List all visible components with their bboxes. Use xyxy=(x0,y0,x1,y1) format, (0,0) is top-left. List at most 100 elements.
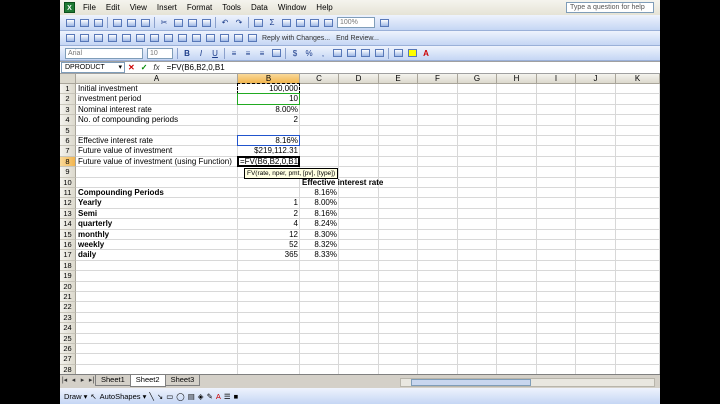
line-color-icon[interactable]: ✎ xyxy=(207,392,213,401)
horizontal-scrollbar[interactable] xyxy=(400,378,655,387)
column-header-c[interactable]: C xyxy=(300,74,339,84)
help-search-input[interactable]: Type a question for help xyxy=(566,2,654,13)
cell-c15[interactable]: 8.30% xyxy=(300,230,339,240)
row-header-14[interactable]: 14 xyxy=(60,219,76,230)
oval-icon[interactable]: ◯ xyxy=(176,392,184,401)
row-header-21[interactable]: 21 xyxy=(60,292,76,303)
row-header-4[interactable]: 4 xyxy=(60,115,76,126)
align-left-icon[interactable]: ≡ xyxy=(228,48,240,59)
insert-function-icon[interactable]: fx xyxy=(150,63,162,72)
new-icon[interactable] xyxy=(64,17,76,28)
help-icon[interactable] xyxy=(378,17,390,28)
decrease-decimal-icon[interactable] xyxy=(345,48,357,59)
cell-b1[interactable]: 100,000 xyxy=(238,84,300,94)
draw-menu-button[interactable]: Draw ▾ xyxy=(64,392,87,401)
menu-edit[interactable]: Edit xyxy=(101,0,125,15)
menu-data[interactable]: Data xyxy=(246,0,273,15)
column-header-i[interactable]: I xyxy=(537,74,576,84)
hyperlink-icon[interactable] xyxy=(252,17,264,28)
menu-window[interactable]: Window xyxy=(273,0,311,15)
cell-a11[interactable]: Compounding Periods xyxy=(76,188,238,198)
scrollbar-thumb[interactable] xyxy=(411,379,531,386)
increase-indent-icon[interactable] xyxy=(373,48,385,59)
sheet-tab-sheet2[interactable]: Sheet2 xyxy=(129,375,166,387)
cell-b15[interactable]: 12 xyxy=(238,230,300,240)
row-header-13[interactable]: 13 xyxy=(60,208,76,220)
line-icon[interactable]: ╲ xyxy=(149,392,154,401)
row-header-28[interactable]: 28 xyxy=(60,364,76,374)
cell-b4[interactable]: 2 xyxy=(238,115,300,125)
italic-button[interactable]: I xyxy=(195,48,207,59)
menu-insert[interactable]: Insert xyxy=(152,0,182,15)
row-header-9[interactable]: 9 xyxy=(60,167,76,178)
line-style-icon[interactable]: ☰ xyxy=(224,392,231,401)
excel-app-icon[interactable]: X xyxy=(64,2,75,13)
rectangle-icon[interactable]: ▭ xyxy=(166,392,173,401)
drawing-icon[interactable] xyxy=(322,17,334,28)
review-icon[interactable] xyxy=(204,33,216,44)
autoshapes-button[interactable]: AutoShapes ▾ xyxy=(100,392,147,401)
menu-view[interactable]: View xyxy=(125,0,152,15)
cell-a6[interactable]: Effective interest rate xyxy=(76,136,238,146)
cell-b16[interactable]: 52 xyxy=(238,240,300,250)
next-sheet-icon[interactable]: ▸ xyxy=(78,375,87,387)
review-icon[interactable] xyxy=(162,33,174,44)
increase-decimal-icon[interactable] xyxy=(331,48,343,59)
font-size-select[interactable]: 10 xyxy=(147,47,173,59)
row-header-3[interactable]: 3 xyxy=(60,104,76,116)
column-header-a[interactable]: A xyxy=(76,74,238,84)
row-header-6[interactable]: 6 xyxy=(60,136,76,147)
preview-icon[interactable] xyxy=(125,17,137,28)
review-icon[interactable] xyxy=(148,33,160,44)
print-icon[interactable] xyxy=(111,17,123,28)
cell-c14[interactable]: 8.24% xyxy=(300,219,339,229)
review-icon[interactable] xyxy=(232,33,244,44)
review-icon[interactable] xyxy=(78,33,90,44)
cell-a4[interactable]: No. of compounding periods xyxy=(76,115,238,125)
column-header-d[interactable]: D xyxy=(339,74,379,84)
align-center-icon[interactable]: ≡ xyxy=(242,48,254,59)
cell-c12[interactable]: 8.00% xyxy=(300,198,339,208)
redo-icon[interactable]: ↷ xyxy=(233,17,245,28)
row-header-7[interactable]: 7 xyxy=(60,146,76,157)
chart-wizard-icon[interactable] xyxy=(308,17,320,28)
row-header-17[interactable]: 17 xyxy=(60,250,76,261)
column-header-f[interactable]: F xyxy=(418,74,458,84)
row-header-25[interactable]: 25 xyxy=(60,333,76,344)
row-header-11[interactable]: 11 xyxy=(60,188,76,199)
cell-b13[interactable]: 2 xyxy=(238,209,300,219)
formula-input[interactable]: =FV(B6,B2,0,B1 xyxy=(163,63,225,72)
cell-a17[interactable]: daily xyxy=(76,250,238,260)
cell-c13[interactable]: 8.16% xyxy=(300,209,339,219)
cell-c17[interactable]: 8.33% xyxy=(300,250,339,260)
font-color-icon[interactable]: A xyxy=(216,392,221,401)
row-header-19[interactable]: 19 xyxy=(60,271,76,282)
review-icon[interactable] xyxy=(190,33,202,44)
bold-button[interactable]: B xyxy=(181,48,193,59)
font-color-icon[interactable]: A xyxy=(420,48,432,59)
fill-bucket-icon[interactable]: ◈ xyxy=(198,392,204,401)
review-icon[interactable] xyxy=(106,33,118,44)
paste-icon[interactable] xyxy=(186,17,198,28)
undo-icon[interactable]: ↶ xyxy=(219,17,231,28)
cell-b8[interactable]: =FV(B6,B2,0,B1 xyxy=(238,157,300,167)
review-icon[interactable] xyxy=(134,33,146,44)
row-header-2[interactable]: 2 xyxy=(60,94,76,105)
open-icon[interactable] xyxy=(78,17,90,28)
cell-b3[interactable]: 8.00% xyxy=(238,105,300,115)
review-icon[interactable] xyxy=(246,33,258,44)
name-box[interactable]: DPRODUCT xyxy=(61,62,125,73)
spelling-icon[interactable] xyxy=(139,17,151,28)
end-review-button[interactable]: End Review... xyxy=(333,35,382,42)
shadow-icon[interactable]: ■ xyxy=(234,392,239,401)
cell-a2[interactable]: investment period xyxy=(76,94,238,104)
menu-help[interactable]: Help xyxy=(311,0,337,15)
cell-b6[interactable]: 8.16% xyxy=(238,136,300,146)
cell-a8[interactable]: Future value of investment (using Functi… xyxy=(76,157,238,167)
select-all-corner[interactable] xyxy=(60,74,76,84)
save-icon[interactable] xyxy=(92,17,104,28)
review-icon[interactable] xyxy=(218,33,230,44)
cell-a3[interactable]: Nominal interest rate xyxy=(76,105,238,115)
align-right-icon[interactable]: ≡ xyxy=(256,48,268,59)
column-header-k[interactable]: K xyxy=(616,74,660,84)
